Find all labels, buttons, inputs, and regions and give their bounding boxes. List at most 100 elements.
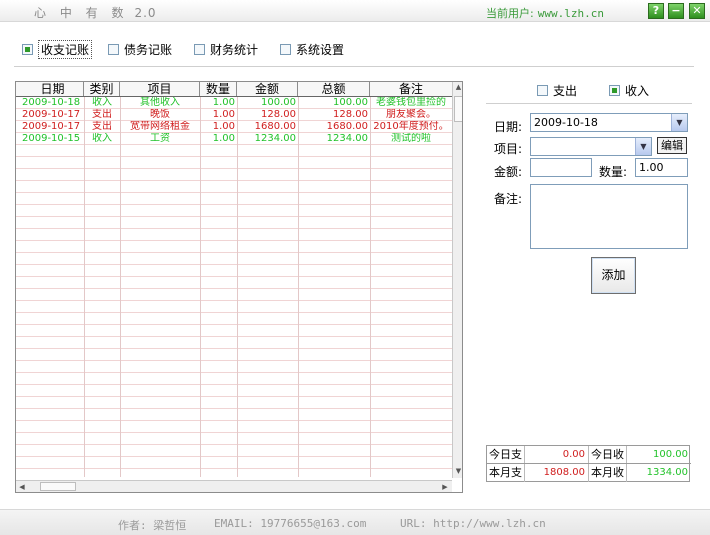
column-line [298,97,299,477]
cell-category: 收入 [92,97,112,108]
column-line [120,97,121,477]
month-income-label: 本月收 [589,464,627,482]
cell-date: 2009-10-18 [22,97,81,108]
app-version: 2.0 [134,6,157,20]
divider [14,66,694,67]
header-amount[interactable]: 金额 [237,82,298,96]
column-line [370,97,371,477]
table-row[interactable]: 2009-10-18 收入 其他收入 1.00 100.00 100.00 老婆… [16,97,452,109]
table-row[interactable]: 2009-10-17 支出 宽带网络租金 1.00 1680.00 1680.0… [16,121,452,133]
cell-total: 1680.00 [326,121,368,132]
divider [486,103,692,104]
checkbox-icon[interactable] [194,43,205,55]
header-item[interactable]: 项目 [120,82,200,96]
table-row[interactable]: 2009-10-15 收入 工资 1.00 1234.00 1234.00 测试… [16,133,452,145]
tab-settings[interactable]: 系统设置 [280,42,345,57]
edit-button[interactable]: 编辑 [657,137,687,154]
cell-amount: 100.00 [261,97,296,108]
scroll-left-icon[interactable]: ◀ [17,482,27,492]
header-total[interactable]: 总额 [298,82,370,96]
chevron-down-icon[interactable]: ▼ [671,114,687,131]
close-button[interactable]: ✕ [689,3,705,19]
cell-date: 2009-10-17 [22,109,81,120]
vertical-scrollbar[interactable]: ▲ ▼ [452,82,462,478]
note-label: 备注: [494,192,523,206]
cell-item: 宽带网络租金 [130,121,190,132]
horizontal-scrollbar[interactable]: ◀ ▶ [16,480,452,492]
column-line [200,97,201,477]
tab-stats[interactable]: 财务统计 [194,42,259,57]
table-row[interactable]: 2009-10-17 支出 晚饭 1.00 128.00 128.00 朋友聚会… [16,109,452,121]
cell-qty: 1.00 [212,97,235,108]
help-button[interactable]: ? [648,3,664,19]
header-qty[interactable]: 数量 [200,82,237,96]
tab-stats-label: 财务统计 [210,42,259,57]
type-income-label: 收入 [625,84,650,98]
header-date[interactable]: 日期 [16,82,84,96]
header-category[interactable]: 类别 [84,82,120,96]
cell-note: 测试的啦 [391,133,431,144]
app-title: 心 中 有 数 2.0 [34,4,157,21]
date-label: 日期: [494,120,523,134]
note-textarea[interactable] [530,184,688,249]
type-income[interactable]: 收入 [609,82,649,99]
cell-note: 老婆钱包里捡的 [376,97,446,108]
date-picker[interactable]: 2009-10-18 ▼ [530,113,688,132]
month-expense-value: 1808.00 [525,464,589,482]
footer-url[interactable]: URL: http://www.lzh.cn [400,517,546,530]
footer-author: 作者: 梁哲恒 [118,519,187,532]
checkbox-icon[interactable] [609,85,620,96]
current-user-label: 当前用户: [486,7,534,20]
cell-item: 其他收入 [140,97,180,108]
checkbox-icon[interactable] [22,43,33,55]
cell-date: 2009-10-15 [22,133,81,144]
cell-category: 收入 [92,133,112,144]
cell-date: 2009-10-17 [22,121,81,132]
checkbox-icon[interactable] [108,43,119,55]
checkbox-icon[interactable] [537,85,548,96]
type-expense[interactable]: 支出 [537,82,577,99]
cell-item: 晚饭 [150,109,170,120]
tab-income-expense[interactable]: 收支记账 [22,39,93,59]
footer-email[interactable]: EMAIL: 19776655@163.com [214,517,366,530]
month-income-value: 1334.00 [646,467,688,478]
cell-category: 支出 [92,109,112,120]
type-expense-label: 支出 [553,84,578,98]
cell-qty: 1.00 [212,109,235,120]
checkbox-icon[interactable] [280,43,291,55]
records-grid[interactable]: 日期 类别 项目 数量 金额 总额 备注 2009-10-18 收入 其他收入 … [15,81,463,493]
qty-input[interactable]: 1.00 [635,158,688,177]
qty-label: 数量: [599,165,628,179]
tab-settings-label: 系统设置 [296,42,345,57]
cell-total: 100.00 [333,97,368,108]
scroll-thumb[interactable] [454,96,462,122]
tab-debt[interactable]: 债务记账 [108,42,172,57]
amount-input[interactable] [530,158,592,177]
footer: 作者: 梁哲恒 EMAIL: 19776655@163.com URL: htt… [0,509,710,535]
column-line [237,97,238,477]
cell-total: 1234.00 [326,133,368,144]
cell-note: 2010年度预付。 [373,121,449,132]
scroll-thumb[interactable] [40,482,76,491]
current-user: 当前用户: www.lzh.cn [486,5,604,21]
header-note[interactable]: 备注 [370,82,452,96]
scroll-right-icon[interactable]: ▶ [440,482,450,492]
today-expense-label: 今日支 [487,446,525,463]
grid-body [16,97,452,477]
cell-amount: 1680.00 [254,121,296,132]
chevron-down-icon[interactable]: ▼ [635,138,651,155]
scroll-down-icon[interactable]: ▼ [454,467,462,476]
minimize-button[interactable]: − [668,3,684,19]
cell-total: 128.00 [333,109,368,120]
add-button[interactable]: 添加 [591,257,636,294]
cell-qty: 1.00 [212,121,235,132]
title-bar: 心 中 有 数 2.0 当前用户: www.lzh.cn ? − ✕ [0,0,710,22]
cell-qty: 1.00 [212,133,235,144]
summary-table: 今日支 0.00 今日收 100.00 本月支 1808.00 本月收 1334… [486,445,691,482]
item-label: 项目: [494,142,523,156]
cell-note: 朋友聚会。 [386,109,436,120]
today-expense-value: 0.00 [525,446,589,463]
current-user-value: www.lzh.cn [537,7,604,20]
item-select[interactable]: ▼ [530,137,652,156]
scroll-up-icon[interactable]: ▲ [454,83,462,92]
